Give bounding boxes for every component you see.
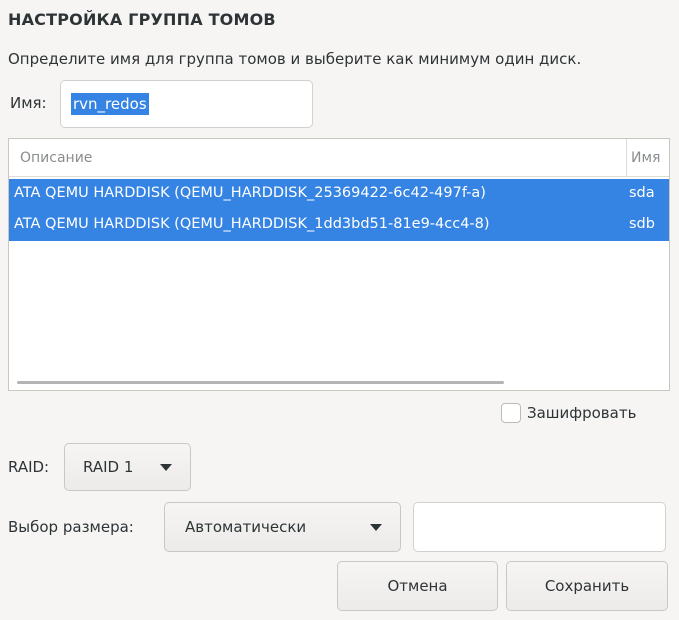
name-label: Имя: <box>10 94 47 112</box>
row-name: sdb <box>629 216 655 232</box>
checkbox-box[interactable] <box>501 403 521 423</box>
column-separator <box>626 139 627 177</box>
dialog-title: НАСТРОЙКА ГРУППА ТОМОВ <box>8 10 276 29</box>
name-input-value: rvn_redos <box>71 93 149 115</box>
raid-label: RAID: <box>8 458 50 476</box>
disk-table[interactable]: Описание Имя ATA QEMU HARDDISK (QEMU_HAR… <box>8 138 670 391</box>
encrypt-checkbox[interactable]: Зашифровать <box>501 403 636 423</box>
size-policy-label: Выбор размера: <box>8 518 134 536</box>
name-input[interactable]: rvn_redos <box>60 80 313 128</box>
save-button[interactable]: Сохранить <box>506 561 668 611</box>
size-policy-selected-value: Автоматически <box>185 518 307 536</box>
size-entry-field[interactable] <box>413 502 666 552</box>
table-row[interactable]: ATA QEMU HARDDISK (QEMU_HARDDISK_2536942… <box>9 179 669 210</box>
dropdown-arrow-icon <box>370 524 382 531</box>
dialog-subtitle: Определите имя для группа томов и выбери… <box>8 50 582 68</box>
volume-group-dialog: НАСТРОЙКА ГРУППА ТОМОВ Определите имя дл… <box>0 0 679 620</box>
size-policy-dropdown[interactable]: Автоматически <box>164 502 401 552</box>
column-header-description[interactable]: Описание <box>20 150 92 166</box>
raid-selected-value: RAID 1 <box>83 458 134 476</box>
table-header: Описание Имя <box>9 139 669 177</box>
horizontal-scrollbar[interactable] <box>17 381 504 384</box>
dropdown-arrow-icon <box>160 464 172 471</box>
column-header-name[interactable]: Имя <box>631 150 660 166</box>
encrypt-label: Зашифровать <box>527 404 637 422</box>
cancel-button[interactable]: Отмена <box>337 561 498 611</box>
row-description: ATA QEMU HARDDISK (QEMU_HARDDISK_1dd3bd5… <box>14 216 490 232</box>
raid-dropdown[interactable]: RAID 1 <box>64 443 191 491</box>
table-row[interactable]: ATA QEMU HARDDISK (QEMU_HARDDISK_1dd3bd5… <box>9 210 669 241</box>
row-description: ATA QEMU HARDDISK (QEMU_HARDDISK_2536942… <box>14 185 486 201</box>
row-name: sda <box>629 185 655 201</box>
